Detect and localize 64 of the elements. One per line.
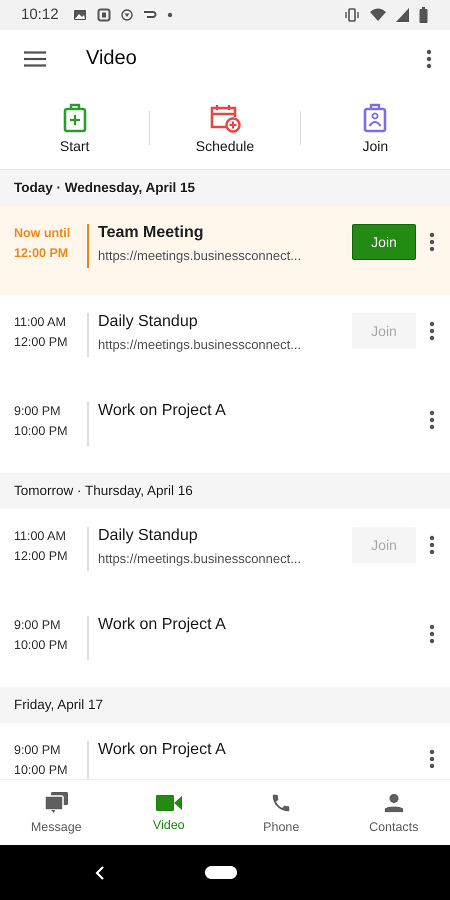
screen-title: Video [86,47,137,70]
more-icon [429,534,435,555]
end-time: 10:00 PM [14,638,69,652]
wifi-icon [370,8,386,22]
nav-tab[interactable]: Message [0,780,112,846]
more-icon [429,320,435,341]
badge-person-icon [363,102,388,133]
meeting-link: https://meetings.businessconnect... [98,248,302,263]
end-time: 12:00 PM [14,246,70,260]
meeting-row[interactable]: 11:00 AM 12:00 PM Daily Standup https://meetings.businessconnect... Join [0,508,450,598]
image-icon [72,8,87,22]
meeting-title: Work on Project A [98,402,227,420]
battery-icon [419,6,428,23]
meeting-title: Daily Standup [98,312,199,331]
person-icon [382,792,405,814]
dot-icon [166,12,173,18]
nav-tab[interactable]: Phone [225,780,338,846]
app-icon [96,8,111,22]
start-time: Now until [14,226,72,240]
start-time: 9:00 PM [14,404,62,418]
clipboard-plus-icon [62,102,87,133]
meeting-row[interactable]: 9:00 PM 10:00 PM Work on Project A [0,384,450,473]
start-time: 9:00 PM [14,618,62,632]
start-time: 9:00 PM [14,742,62,757]
date-header: Today · Wednesday, April 15 [0,170,450,206]
start-action-button[interactable]: Start [0,102,150,154]
start-time: 11:00 AM [14,314,67,329]
more-icon [429,232,435,252]
end-time: 12:00 PM [14,334,69,349]
more-icon [429,624,435,644]
end-time: 10:00 PM [14,424,69,438]
calendar-plus-icon [208,102,241,133]
meeting-title: Team Meeting [98,224,204,242]
meeting-row[interactable]: 9:00 PM 10:00 PM Work on Project A [0,598,450,687]
start-time: 11:00 AM [14,528,67,543]
current-meeting-row[interactable]: Now until 12:00 PM Team Meeting https://meetings.businessconnect... Join [0,206,450,295]
date-header: Friday, April 17 [0,686,450,723]
meeting-link: https://meetings.businessconnect... [98,550,302,566]
end-time: 10:00 PM [14,762,69,777]
menu-icon [24,50,46,67]
home-button[interactable] [205,866,237,880]
meeting-title: Work on Project A [98,616,227,634]
status-time: 10:12 [21,6,59,24]
vibrate-icon [344,8,360,22]
nav-tab[interactable]: Contacts [338,780,450,846]
signal-icon [396,8,409,22]
meeting-row[interactable]: 9:00 PM 10:00 PM Work on Project A [0,722,450,780]
nav-tab[interactable]: Video [112,780,225,846]
badge-icon [120,8,133,21]
more-icon [429,748,435,769]
meeting-title: Work on Project A [98,740,227,759]
chat-bubbles-icon [43,792,70,814]
date-header: Tomorrow · Thursday, April 16 [0,472,450,509]
meeting-link: https://meetings.businessconnect... [98,336,302,352]
more-icon [429,410,435,430]
end-time: 12:00 PM [14,548,69,563]
schedule-action-button[interactable]: Schedule [150,102,300,154]
meeting-row[interactable]: 11:00 AM 12:00 PM Daily Standup https://meetings.businessconnect... Join [0,294,450,384]
video-camera-icon [156,794,182,812]
join-action-button[interactable]: Join [300,102,450,154]
back-icon[interactable] [95,866,105,880]
meeting-title: Daily Standup [98,526,199,545]
join-button[interactable]: Join [352,224,416,260]
more-icon [426,48,432,69]
